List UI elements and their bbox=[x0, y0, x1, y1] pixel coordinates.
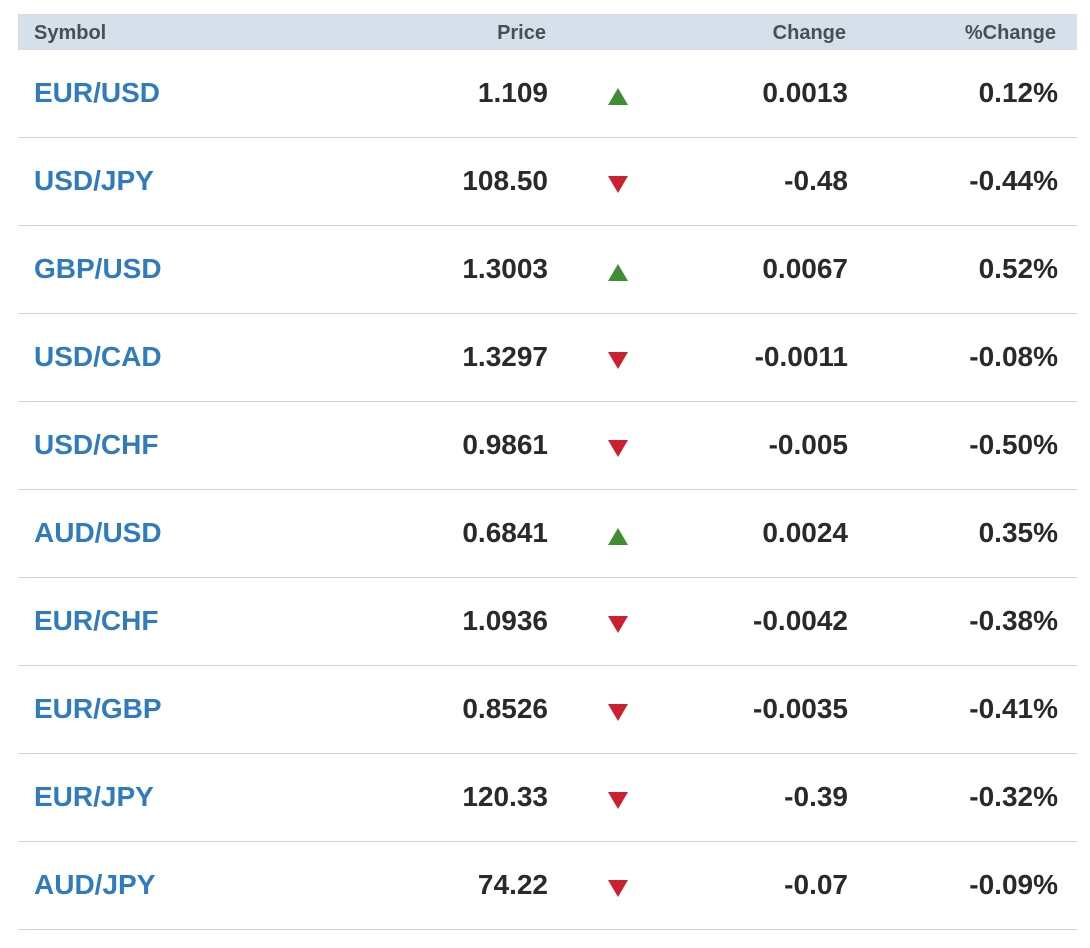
triangle-up-icon bbox=[608, 88, 628, 105]
pct-change-value: -0.44% bbox=[969, 165, 1058, 196]
triangle-up-icon bbox=[608, 264, 628, 281]
symbol-link[interactable]: AUD/USD bbox=[34, 516, 162, 550]
triangle-down-icon bbox=[608, 704, 628, 721]
table-row: AUD/USD 0.6841 0.0024 0.35% bbox=[18, 490, 1077, 578]
pct-change-value: 0.52% bbox=[978, 253, 1058, 284]
column-header-pct-change[interactable]: %Change bbox=[965, 22, 1056, 45]
table-row: USD/JPY 108.50 -0.48 -0.44% bbox=[18, 138, 1077, 226]
triangle-down-icon bbox=[608, 440, 628, 457]
change-value: 0.0024 bbox=[762, 517, 848, 548]
change-value: 0.0067 bbox=[762, 253, 848, 284]
pct-change-value: 0.35% bbox=[978, 517, 1058, 548]
change-value: -0.07 bbox=[784, 869, 848, 900]
price-value: 0.8526 bbox=[462, 693, 548, 724]
price-value: 1.109 bbox=[477, 77, 548, 108]
price-value: 0.9861 bbox=[462, 429, 548, 460]
pct-change-value: -0.38% bbox=[969, 605, 1058, 636]
table-row: EUR/GBP 0.8526 -0.0035 -0.41% bbox=[18, 666, 1077, 754]
symbol-link[interactable]: USD/JPY bbox=[34, 164, 154, 198]
change-value: -0.0011 bbox=[754, 341, 848, 372]
triangle-down-icon bbox=[608, 176, 628, 193]
triangle-down-icon bbox=[608, 352, 628, 369]
symbol-link[interactable]: AUD/JPY bbox=[34, 868, 155, 902]
symbol-link[interactable]: GBP/USD bbox=[34, 252, 162, 286]
price-value: 0.6841 bbox=[462, 517, 548, 548]
pct-change-value: -0.32% bbox=[969, 781, 1058, 812]
table-row: EUR/CHF 1.0936 -0.0042 -0.38% bbox=[18, 578, 1077, 666]
pct-change-value: -0.09% bbox=[969, 869, 1058, 900]
column-header-price[interactable]: Price bbox=[497, 22, 546, 45]
table-row: USD/CAD 1.3297 -0.0011 -0.08% bbox=[18, 314, 1077, 402]
price-value: 1.0936 bbox=[462, 605, 548, 636]
symbol-link[interactable]: USD/CAD bbox=[34, 340, 162, 374]
symbol-link[interactable]: EUR/GBP bbox=[34, 692, 162, 726]
change-value: -0.0035 bbox=[753, 693, 848, 724]
price-value: 1.3003 bbox=[462, 253, 548, 284]
price-value: 108.50 bbox=[462, 165, 548, 196]
pct-change-value: -0.50% bbox=[969, 429, 1058, 460]
symbol-link[interactable]: EUR/JPY bbox=[34, 780, 154, 814]
price-value: 1.3297 bbox=[462, 341, 548, 372]
table-header: Symbol Price Change %Change bbox=[18, 14, 1077, 50]
triangle-down-icon bbox=[608, 616, 628, 633]
change-value: -0.39 bbox=[784, 781, 848, 812]
price-value: 120.33 bbox=[462, 781, 548, 812]
symbol-link[interactable]: USD/CHF bbox=[34, 428, 158, 462]
table-row: EUR/JPY 120.33 -0.39 -0.32% bbox=[18, 754, 1077, 842]
triangle-up-icon bbox=[608, 528, 628, 545]
pct-change-value: -0.08% bbox=[969, 341, 1058, 372]
table-row: AUD/JPY 74.22 -0.07 -0.09% bbox=[18, 842, 1077, 930]
triangle-down-icon bbox=[608, 880, 628, 897]
change-value: -0.0042 bbox=[753, 605, 848, 636]
symbol-link[interactable]: EUR/USD bbox=[34, 76, 160, 110]
triangle-down-icon bbox=[608, 792, 628, 809]
change-value: -0.005 bbox=[768, 429, 848, 460]
price-value: 74.22 bbox=[477, 869, 548, 900]
pct-change-value: -0.41% bbox=[969, 693, 1058, 724]
symbol-link[interactable]: EUR/CHF bbox=[34, 604, 158, 638]
change-value: -0.48 bbox=[784, 165, 848, 196]
column-header-change[interactable]: Change bbox=[773, 22, 846, 45]
column-header-symbol[interactable]: Symbol bbox=[34, 22, 106, 45]
pct-change-value: 0.12% bbox=[978, 77, 1058, 108]
change-value: 0.0013 bbox=[762, 77, 848, 108]
table-row: USD/CHF 0.9861 -0.005 -0.50% bbox=[18, 402, 1077, 490]
table-row: EUR/USD 1.109 0.0013 0.12% bbox=[18, 50, 1077, 138]
table-row: GBP/USD 1.3003 0.0067 0.52% bbox=[18, 226, 1077, 314]
quotes-table: Symbol Price Change %Change EUR/USD 1.10… bbox=[18, 14, 1077, 930]
